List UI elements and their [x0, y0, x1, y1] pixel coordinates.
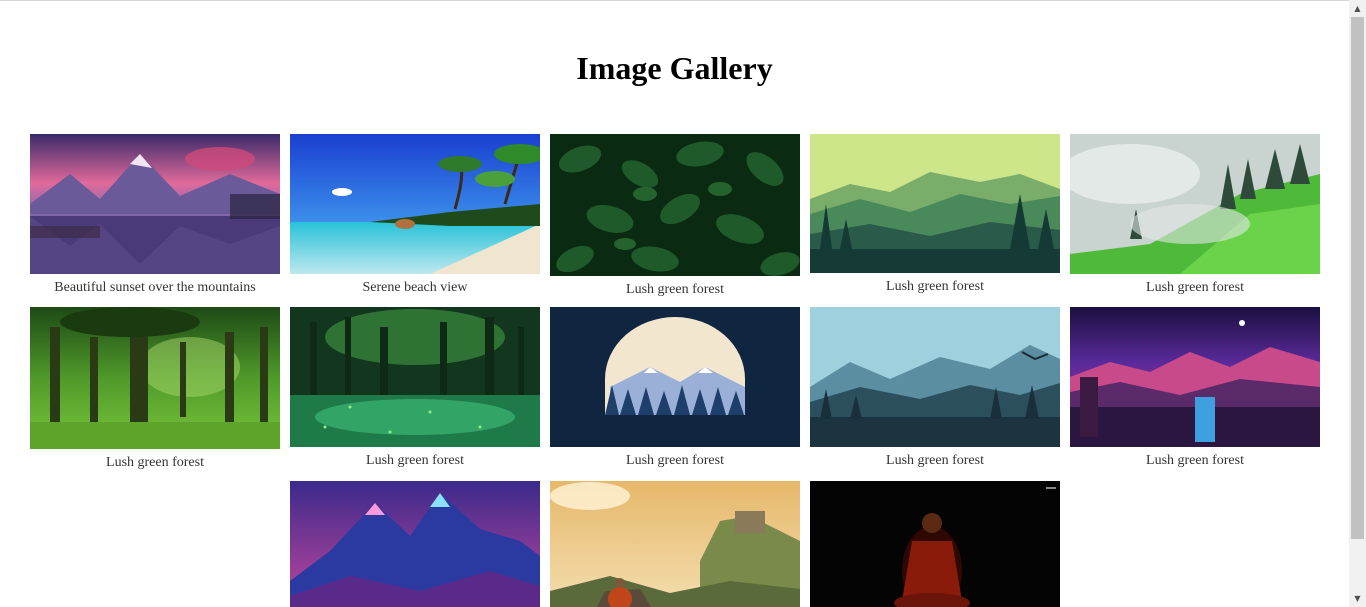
gallery-image[interactable]: [290, 134, 540, 274]
gallery-item[interactable]: [550, 481, 800, 607]
gallery-image[interactable]: [1070, 134, 1320, 274]
gallery-item[interactable]: Lush green forest: [810, 134, 1060, 295]
gallery-image[interactable]: [290, 481, 540, 607]
top-divider: [0, 0, 1349, 1]
page-title: Image Gallery: [576, 50, 773, 86]
gallery-caption: Lush green forest: [106, 455, 204, 470]
gallery-caption: Lush green forest: [1146, 453, 1244, 468]
scrollbar-thumb[interactable]: [1351, 17, 1364, 539]
gallery-page: Image Gallery Beautiful sunset over the: [0, 0, 1349, 607]
gallery-item[interactable]: Lush green forest: [1070, 307, 1320, 469]
gallery-caption: Lush green forest: [1146, 280, 1244, 295]
gallery-item[interactable]: Lush green forest: [1070, 134, 1320, 296]
gallery-item[interactable]: [290, 481, 540, 607]
gallery-caption: Lush green forest: [626, 282, 724, 297]
gallery-item[interactable]: Lush green forest: [290, 307, 540, 469]
gallery-image[interactable]: [550, 134, 800, 276]
gallery-image[interactable]: [550, 307, 800, 447]
vertical-scrollbar[interactable]: ▲ ▼: [1349, 0, 1366, 607]
arrow-up-icon[interactable]: ▲: [1349, 0, 1366, 17]
gallery-caption: Lush green forest: [626, 453, 724, 468]
gallery-caption: Lush green forest: [886, 279, 984, 294]
gallery-image[interactable]: [810, 307, 1060, 447]
gallery-image[interactable]: [550, 481, 800, 607]
gallery-image[interactable]: [810, 134, 1060, 273]
gallery-image[interactable]: [810, 481, 1060, 607]
arrow-down-icon[interactable]: ▼: [1349, 590, 1366, 607]
gallery-image[interactable]: [30, 307, 280, 449]
gallery-caption: Lush green forest: [366, 453, 464, 468]
gallery-image[interactable]: [30, 134, 280, 274]
gallery-caption: Serene beach view: [362, 280, 468, 295]
gallery-image[interactable]: [1070, 307, 1320, 447]
gallery-caption: Beautiful sunset over the mountains: [54, 280, 256, 295]
gallery-item[interactable]: Lush green forest: [810, 307, 1060, 469]
gallery-item[interactable]: Lush green forest: [550, 307, 800, 469]
gallery-item[interactable]: Beautiful sunset over the mountains: [30, 134, 280, 296]
gallery-caption: Lush green forest: [886, 453, 984, 468]
gallery-item[interactable]: Serene beach view: [290, 134, 540, 296]
gallery-item[interactable]: [810, 481, 1060, 607]
gallery-item[interactable]: Lush green forest: [550, 134, 800, 298]
gallery-image[interactable]: [290, 307, 540, 447]
gallery-item[interactable]: Lush green forest: [30, 307, 280, 471]
